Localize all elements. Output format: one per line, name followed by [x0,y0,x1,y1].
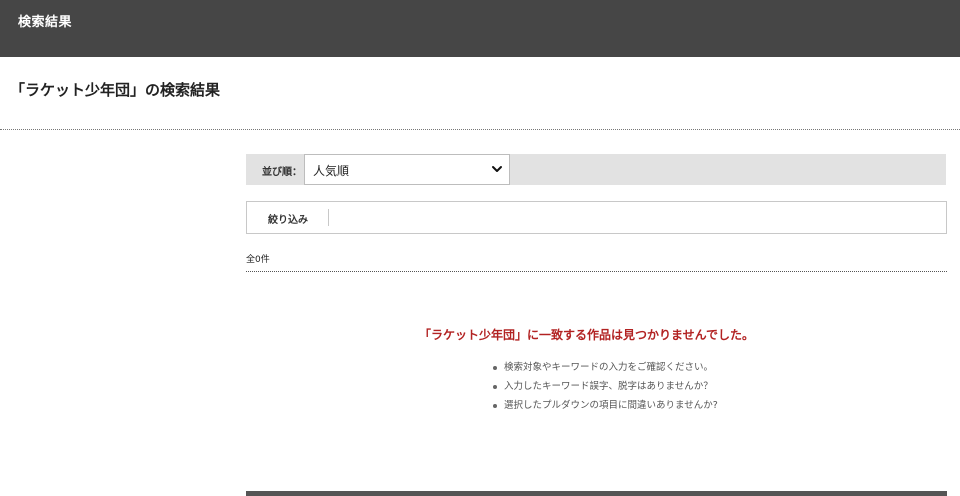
sort-label: 並び順： [262,167,302,178]
sort-bar: 並び順： 人気順 [246,154,946,185]
heading-divider [0,129,960,130]
top-header-bar: 検索結果 [0,0,960,57]
chevron-down-icon [492,166,502,172]
page-title: 「ラケット少年団」の検索結果 [10,81,221,99]
filter-button[interactable]: 絞り込み [268,211,308,226]
hint-item: 入力したキーワード誤字、脱字はありませんか？ [490,380,718,399]
result-count: 全0件 [246,255,270,265]
sort-selected-value: 人気順 [313,164,350,178]
sort-order-select[interactable]: 人気順 [304,154,510,185]
hint-item: 検索対象やキーワードの入力をご確認ください。 [490,361,718,380]
no-result-message: 「ラケット少年団」に一致する作品は見つかりませんでした。 [419,328,755,342]
filter-box: 絞り込み [246,201,947,234]
footer-bar [246,491,947,496]
hint-item: 選択したプルダウンの項目に間違いありませんか? [490,399,718,418]
filter-divider [328,209,329,226]
header-title: 検索結果 [18,15,73,30]
results-divider [246,271,947,272]
hint-list: 検索対象やキーワードの入力をご確認ください。 入力したキーワード誤字、脱字はあり… [490,361,718,418]
